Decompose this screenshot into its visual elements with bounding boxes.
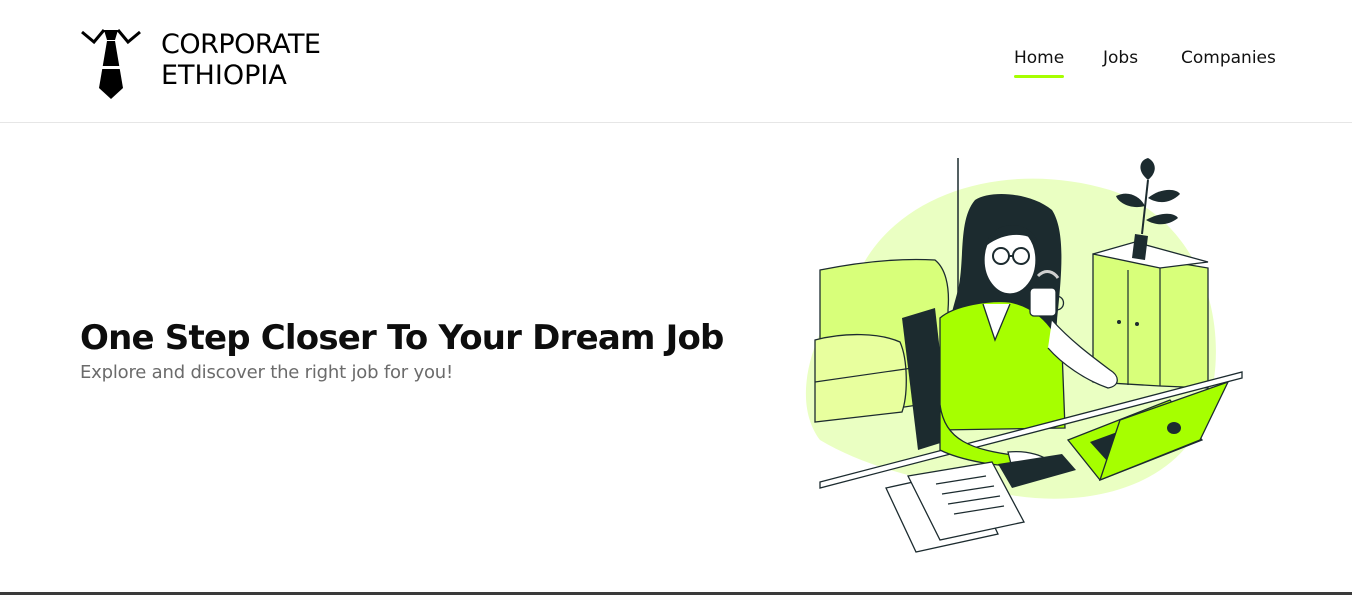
brand-logo[interactable]: CORPORATE ETHIOPIA [80, 24, 380, 102]
brand-name-line2: ETHIOPIA [161, 60, 287, 91]
hero-subtitle: Explore and discover the right job for y… [80, 362, 454, 383]
nav-item-companies[interactable]: Companies [1181, 48, 1276, 68]
tie-icon [81, 29, 141, 99]
hero-title: One Step Closer To Your Dream Job [80, 318, 724, 358]
site-header: CORPORATE ETHIOPIA Home Jobs Companies [0, 0, 1352, 123]
brand-name-line1: CORPORATE [161, 29, 321, 60]
nav-item-home[interactable]: Home [1014, 48, 1065, 78]
nav-item-jobs[interactable]: Jobs [1103, 48, 1138, 68]
woman-working-laptop-illustration [805, 158, 1243, 553]
